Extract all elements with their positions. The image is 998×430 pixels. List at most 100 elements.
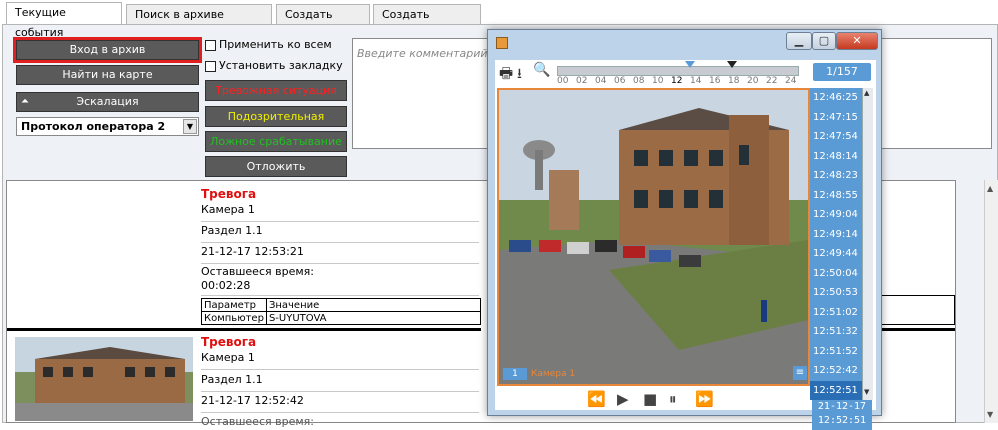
date-label: 21-12-17 xyxy=(817,401,867,412)
scale-label: 14 xyxy=(690,76,702,86)
param-name: Компьютер xyxy=(201,311,267,325)
bookmark-label: Установить закладку xyxy=(219,59,343,72)
time-item[interactable]: 12:48:55 xyxy=(810,186,862,206)
camera-image xyxy=(499,90,808,384)
minimize-button[interactable]: ▁ xyxy=(786,32,812,50)
scale-label: 06 xyxy=(614,76,626,86)
time-item[interactable]: 12:52:42 xyxy=(810,361,862,381)
event-counter: 1/157 xyxy=(813,63,871,81)
escalation-button[interactable]: ⏶ Эскалация xyxy=(16,92,199,112)
param-value: S-UYUTOVA xyxy=(265,311,482,325)
video-frame[interactable]: 1 Камера 1 ≡ xyxy=(497,88,810,386)
stop-icon[interactable]: ■ xyxy=(643,390,657,408)
scale-label: 10 xyxy=(652,76,664,86)
find-on-map-button[interactable]: Найти на карте xyxy=(16,65,199,85)
event-item[interactable]: Тревога Камера 1 Раздел 1.1 21-12-17 12:… xyxy=(7,333,481,428)
time-item-selected[interactable]: 12:52:51 xyxy=(810,380,862,400)
time-item[interactable]: 12:48:14 xyxy=(810,147,862,167)
fast-forward-icon[interactable]: ⏩ xyxy=(695,390,714,408)
scroll-down-icon[interactable]: ▼ xyxy=(987,410,993,419)
time-item[interactable]: 12:50:04 xyxy=(810,264,862,284)
menu-icon[interactable]: ≡ xyxy=(793,366,807,380)
tab-create-event[interactable]: Создать событие xyxy=(373,4,481,41)
time-list-scrollbar[interactable]: ▲ ▼ xyxy=(862,88,873,400)
scale-label: 18 xyxy=(728,76,740,86)
escalation-label: Эскалация xyxy=(76,95,139,108)
timeline-cursor-icon[interactable] xyxy=(727,61,737,68)
time-item[interactable]: 12:51:52 xyxy=(810,342,862,362)
defer-button[interactable]: Отложить xyxy=(205,156,347,177)
params-table: Параметр Значение Компьютер S-UYUTOVA xyxy=(201,298,482,325)
rewind-icon[interactable]: ⏪ xyxy=(587,390,606,408)
event-datetime: 21-12-17 12:53:21 xyxy=(201,245,479,264)
suspicious-situation-button[interactable]: Подозрительная ситуация xyxy=(205,106,347,142)
event-item-right xyxy=(881,181,955,331)
download-icon[interactable]: ⭳ xyxy=(517,63,522,87)
false-alarm-button[interactable]: Ложное срабатывание xyxy=(205,131,347,152)
event-camera: Камера 1 xyxy=(201,203,479,222)
event-section: Раздел 1.1 xyxy=(201,224,479,243)
event-item[interactable]: Тревога Камера 1 Раздел 1.1 21-12-17 12:… xyxy=(7,181,482,331)
thumbnail-image xyxy=(15,337,193,421)
chevron-up-icon: ⏶ xyxy=(21,96,29,107)
timeline-track[interactable] xyxy=(557,66,799,76)
bookmark-checkbox[interactable] xyxy=(205,61,216,72)
tab-create-report[interactable]: Создать отчет xyxy=(276,4,370,41)
camera-name-label: Камера 1 xyxy=(531,369,576,379)
time-item[interactable]: 12:47:54 xyxy=(810,127,862,147)
apply-all-label: Применить ко всем xyxy=(219,38,332,51)
scroll-up-icon[interactable]: ▲ xyxy=(864,89,869,97)
tab-archive-search[interactable]: Поиск в архиве событий xyxy=(126,4,272,41)
tab-current-events[interactable]: Текущие события xyxy=(6,2,122,39)
close-icon: ✕ xyxy=(852,34,862,47)
video-window[interactable]: ▁ ▢ ✕ 🖶 ⭳ 🔍 00 02 04 06 08 10 12 14 16 1… xyxy=(487,29,882,430)
time-item[interactable]: 12:49:44 xyxy=(810,244,862,264)
chevron-down-icon[interactable]: ▼ xyxy=(183,119,197,134)
comment-placeholder: Введите комментарий xyxy=(357,47,488,60)
scale-label: 20 xyxy=(747,76,759,86)
scale-label: 16 xyxy=(709,76,721,86)
archive-button[interactable]: Вход в архив xyxy=(13,37,202,63)
minimize-icon: ▁ xyxy=(794,34,804,47)
protocol-select[interactable]: Протокол оператора 2 ▼ xyxy=(16,117,199,136)
param-header: Параметр xyxy=(201,298,267,312)
scale-label: 24 xyxy=(785,76,797,86)
zoom-icon[interactable]: 🔍 xyxy=(533,62,550,78)
tab-bar: Текущие события Поиск в архиве событий С… xyxy=(0,0,998,41)
close-button[interactable]: ✕ xyxy=(836,32,878,50)
time-item[interactable]: 12:46:25 xyxy=(810,88,862,108)
time-item[interactable]: 12:48:23 xyxy=(810,166,862,186)
time-label: 12:52:51 xyxy=(817,415,867,426)
time-list[interactable]: 12:46:25 12:47:15 12:47:54 12:48:14 12:4… xyxy=(810,88,862,400)
maximize-button[interactable]: ▢ xyxy=(812,32,836,50)
event-camera: Камера 1 xyxy=(201,351,479,370)
pause-icon[interactable]: ⏸ xyxy=(669,390,677,408)
alarm-situation-button[interactable]: Тревожная ситуация xyxy=(205,80,347,101)
scroll-down-icon[interactable]: ▼ xyxy=(864,388,869,396)
scale-label: 22 xyxy=(766,76,778,86)
timeline-marker-icon[interactable] xyxy=(685,61,695,68)
play-icon[interactable]: ▶ xyxy=(617,390,629,408)
window-app-icon xyxy=(496,37,508,49)
time-item[interactable]: 12:50:53 xyxy=(810,283,862,303)
print-icon[interactable]: 🖶 xyxy=(499,63,513,88)
scale-label: 08 xyxy=(633,76,645,86)
scale-label: 00 xyxy=(557,76,569,86)
time-item[interactable]: 12:47:15 xyxy=(810,108,862,128)
apply-all-checkbox[interactable] xyxy=(205,40,216,51)
time-item[interactable]: 12:49:14 xyxy=(810,225,862,245)
protocol-select-value: Протокол оператора 2 xyxy=(21,120,166,133)
params-table-right xyxy=(881,295,955,325)
remaining-time-label: Оставшееся время: xyxy=(201,265,314,278)
scroll-up-icon[interactable]: ▲ xyxy=(987,184,993,193)
time-item[interactable]: 12:51:02 xyxy=(810,303,862,323)
time-item[interactable]: 12:49:04 xyxy=(810,205,862,225)
scrollbar[interactable]: ▲ ▼ xyxy=(984,180,998,423)
maximize-icon: ▢ xyxy=(818,34,830,47)
camera-id-badge: 1 xyxy=(503,368,527,380)
event-thumbnail[interactable] xyxy=(15,337,193,421)
event-title: Тревога xyxy=(201,187,257,201)
timeline-scale: 00 02 04 06 08 10 12 14 16 18 20 22 24 xyxy=(557,76,801,88)
scale-label: 04 xyxy=(595,76,607,86)
time-item[interactable]: 12:51:32 xyxy=(810,322,862,342)
